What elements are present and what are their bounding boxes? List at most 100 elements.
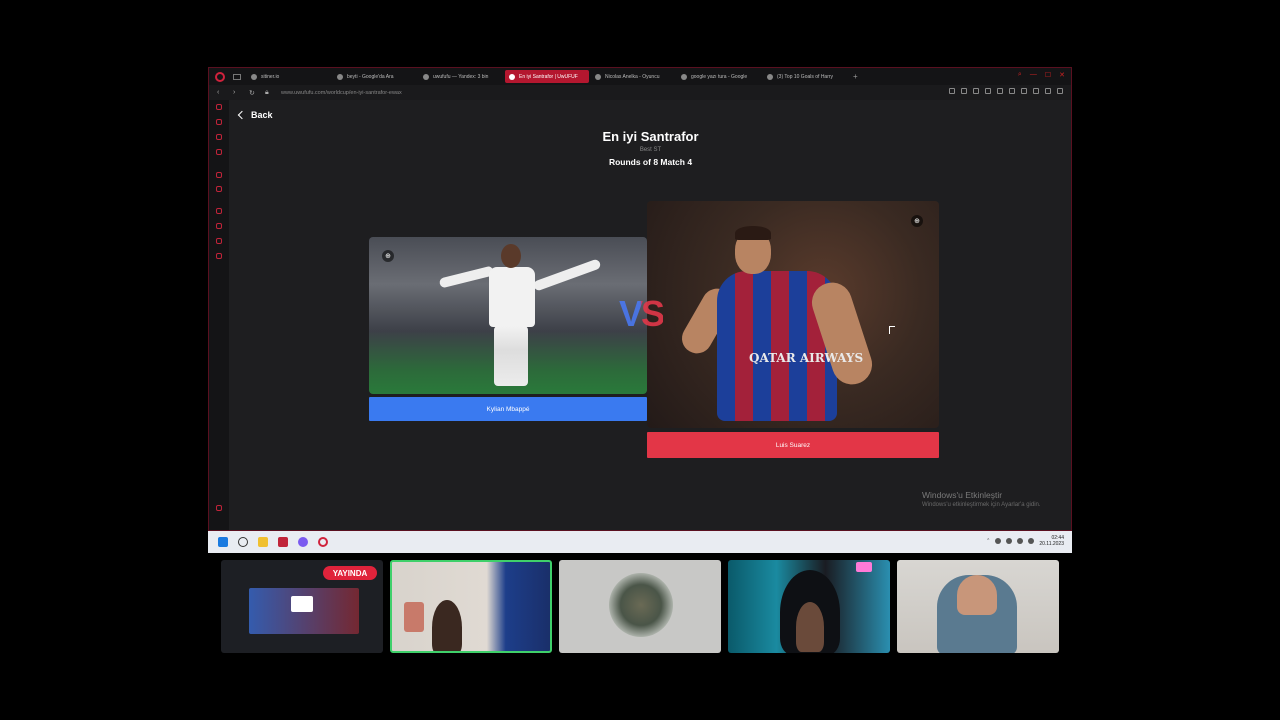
tab-bar: sitiner.io beyti - Google'da Ara uwufufu… — [209, 68, 1071, 85]
menu-icon[interactable] — [1057, 88, 1063, 94]
zoom-icon[interactable]: ⊕ — [911, 215, 923, 227]
vpn-icon[interactable] — [985, 88, 991, 94]
participant-tile-4[interactable] — [897, 560, 1059, 653]
round-info: Rounds of 8 Match 4 — [608, 157, 693, 167]
address-bar: ‹ › ↻ 🔒︎ www.uwufufu.com/worldcup/en-iyi… — [209, 85, 1071, 100]
app-icon[interactable] — [278, 537, 288, 547]
shield-icon[interactable] — [973, 88, 979, 94]
participant-tile-2[interactable] — [559, 560, 721, 653]
back-button[interactable]: Back — [237, 110, 273, 120]
participant-face — [957, 575, 997, 615]
bookmarks-icon[interactable] — [216, 238, 222, 244]
bookmark-icon[interactable] — [949, 88, 955, 94]
player-photo: QATAR AIRWAYS — [676, 216, 917, 428]
tab-4-active[interactable]: En iyi Santrafor | UwUFUF — [505, 70, 589, 83]
tab-6[interactable]: google yazı tura - Google — [677, 70, 761, 83]
activation-watermark-sub: Windows'u etkinleştirmek için Ayarlar'a … — [922, 502, 1041, 508]
right-choice-image[interactable]: QATAR AIRWAYS ⊕ — [647, 201, 939, 428]
volume-icon[interactable] — [1028, 538, 1035, 544]
whatsapp-icon[interactable] — [216, 149, 222, 155]
yandex-favicon-icon — [423, 73, 429, 80]
live-badge: YAYINDA — [323, 566, 377, 580]
toolbar-icons — [949, 88, 1063, 94]
activation-watermark-title: Windows'u Etkinleştir — [922, 490, 1003, 500]
clock-icon[interactable] — [216, 223, 222, 229]
profile-icon[interactable] — [1033, 88, 1039, 94]
uwufufu-favicon-icon — [509, 73, 515, 80]
back-label: Back — [251, 110, 273, 120]
search-icon[interactable] — [238, 537, 248, 547]
discord-icon[interactable] — [298, 537, 308, 547]
close-icon[interactable]: ✕ — [1059, 71, 1065, 79]
workspace-icon[interactable] — [216, 119, 222, 125]
player-photo — [438, 242, 602, 392]
page-subtitle: Best ST — [639, 147, 662, 153]
search-tabs-icon[interactable]: ⌕ — [1018, 71, 1022, 79]
page-content: Back En iyi Santrafor Best ST Rounds of … — [229, 100, 1071, 530]
participant-avatar — [609, 573, 673, 637]
twitch-icon[interactable] — [216, 186, 222, 192]
google-favicon-icon — [681, 73, 687, 80]
tab-3[interactable]: uwufufu — Yandex: 3 bin — [419, 70, 503, 83]
system-tray: ⌃ 02:44 20.11.2023 — [986, 535, 1064, 547]
chevron-left-icon — [237, 110, 247, 120]
forward-arrow-icon[interactable]: › — [233, 89, 241, 96]
messenger-icon[interactable] — [216, 134, 222, 140]
settings-icon[interactable] — [216, 253, 222, 259]
maximize-icon[interactable]: ☐ — [1045, 71, 1051, 79]
left-choice-image[interactable]: ⊕ — [369, 237, 647, 394]
tab-1[interactable]: sitiner.io — [247, 70, 331, 83]
browser-window: sitiner.io beyti - Google'da Ara uwufufu… — [208, 67, 1072, 531]
participant-video — [796, 602, 824, 652]
window-controls: ⌕ — ☐ ✕ — [1018, 71, 1065, 79]
tray-app-icon[interactable] — [995, 538, 1002, 544]
page-title: En iyi Santrafor — [602, 129, 699, 144]
new-tab-button[interactable]: + — [853, 72, 858, 81]
tab-5[interactable]: Nicolas Anelka - Oyuncu — [591, 70, 675, 83]
favicon-icon — [251, 73, 257, 80]
tab-7[interactable]: (3) Top 10 Goals of Harry — [763, 70, 847, 83]
left-choice-button[interactable]: Kylian Mbappé — [369, 397, 647, 421]
camera-icon[interactable] — [961, 88, 967, 94]
opera-logo-icon[interactable] — [215, 71, 225, 82]
heart-icon[interactable] — [1021, 88, 1027, 94]
windows-start-icon[interactable] — [218, 537, 228, 547]
url-field[interactable]: www.uwufufu.com/worldcup/en-iyi-santrafo… — [281, 90, 402, 96]
participant-tile-1[interactable] — [390, 560, 552, 653]
chevron-up-icon[interactable]: ⌃ — [986, 538, 990, 544]
reload-icon[interactable]: ↻ — [249, 89, 257, 97]
minimize-icon[interactable]: — — [1030, 71, 1037, 79]
right-choice-button[interactable]: Luis Suarez — [647, 432, 939, 458]
tab-menu-icon[interactable] — [233, 73, 241, 80]
ring-light — [856, 562, 872, 572]
mouse-cursor — [889, 326, 895, 334]
youtube-favicon-icon — [767, 73, 773, 80]
opera-icon[interactable] — [318, 537, 328, 547]
download-icon[interactable] — [1045, 88, 1051, 94]
opera-sidebar — [209, 100, 229, 530]
google-favicon-icon — [337, 73, 343, 80]
mic-icon[interactable] — [1017, 538, 1024, 544]
twitter-icon[interactable] — [216, 172, 222, 178]
zoom-icon[interactable]: ⊕ — [382, 250, 394, 262]
aria-icon[interactable] — [216, 104, 222, 110]
windows-taskbar: ⌃ 02:44 20.11.2023 — [208, 531, 1072, 553]
vs-label: VS — [619, 293, 665, 334]
shirt-sponsor: QATAR AIRWAYS — [749, 351, 864, 365]
favicon-icon — [595, 73, 601, 80]
lock-icon: 🔒︎ — [265, 88, 269, 96]
background-object — [404, 602, 424, 632]
file-explorer-icon[interactable] — [258, 537, 268, 547]
tab-2[interactable]: beyti - Google'da Ara — [333, 70, 417, 83]
history-icon[interactable] — [216, 208, 222, 214]
back-arrow-icon[interactable]: ‹ — [217, 89, 225, 96]
translate-icon[interactable] — [997, 88, 1003, 94]
participant-video — [432, 600, 462, 651]
screen-share-icon — [291, 596, 313, 612]
clock[interactable]: 02:44 20.11.2023 — [1039, 535, 1064, 547]
more-icon[interactable] — [216, 505, 222, 511]
extensions-icon[interactable] — [1009, 88, 1015, 94]
network-icon[interactable] — [1006, 538, 1013, 544]
screen-share-tile[interactable]: YAYINDA — [221, 560, 383, 653]
participant-tile-3[interactable] — [728, 560, 890, 653]
